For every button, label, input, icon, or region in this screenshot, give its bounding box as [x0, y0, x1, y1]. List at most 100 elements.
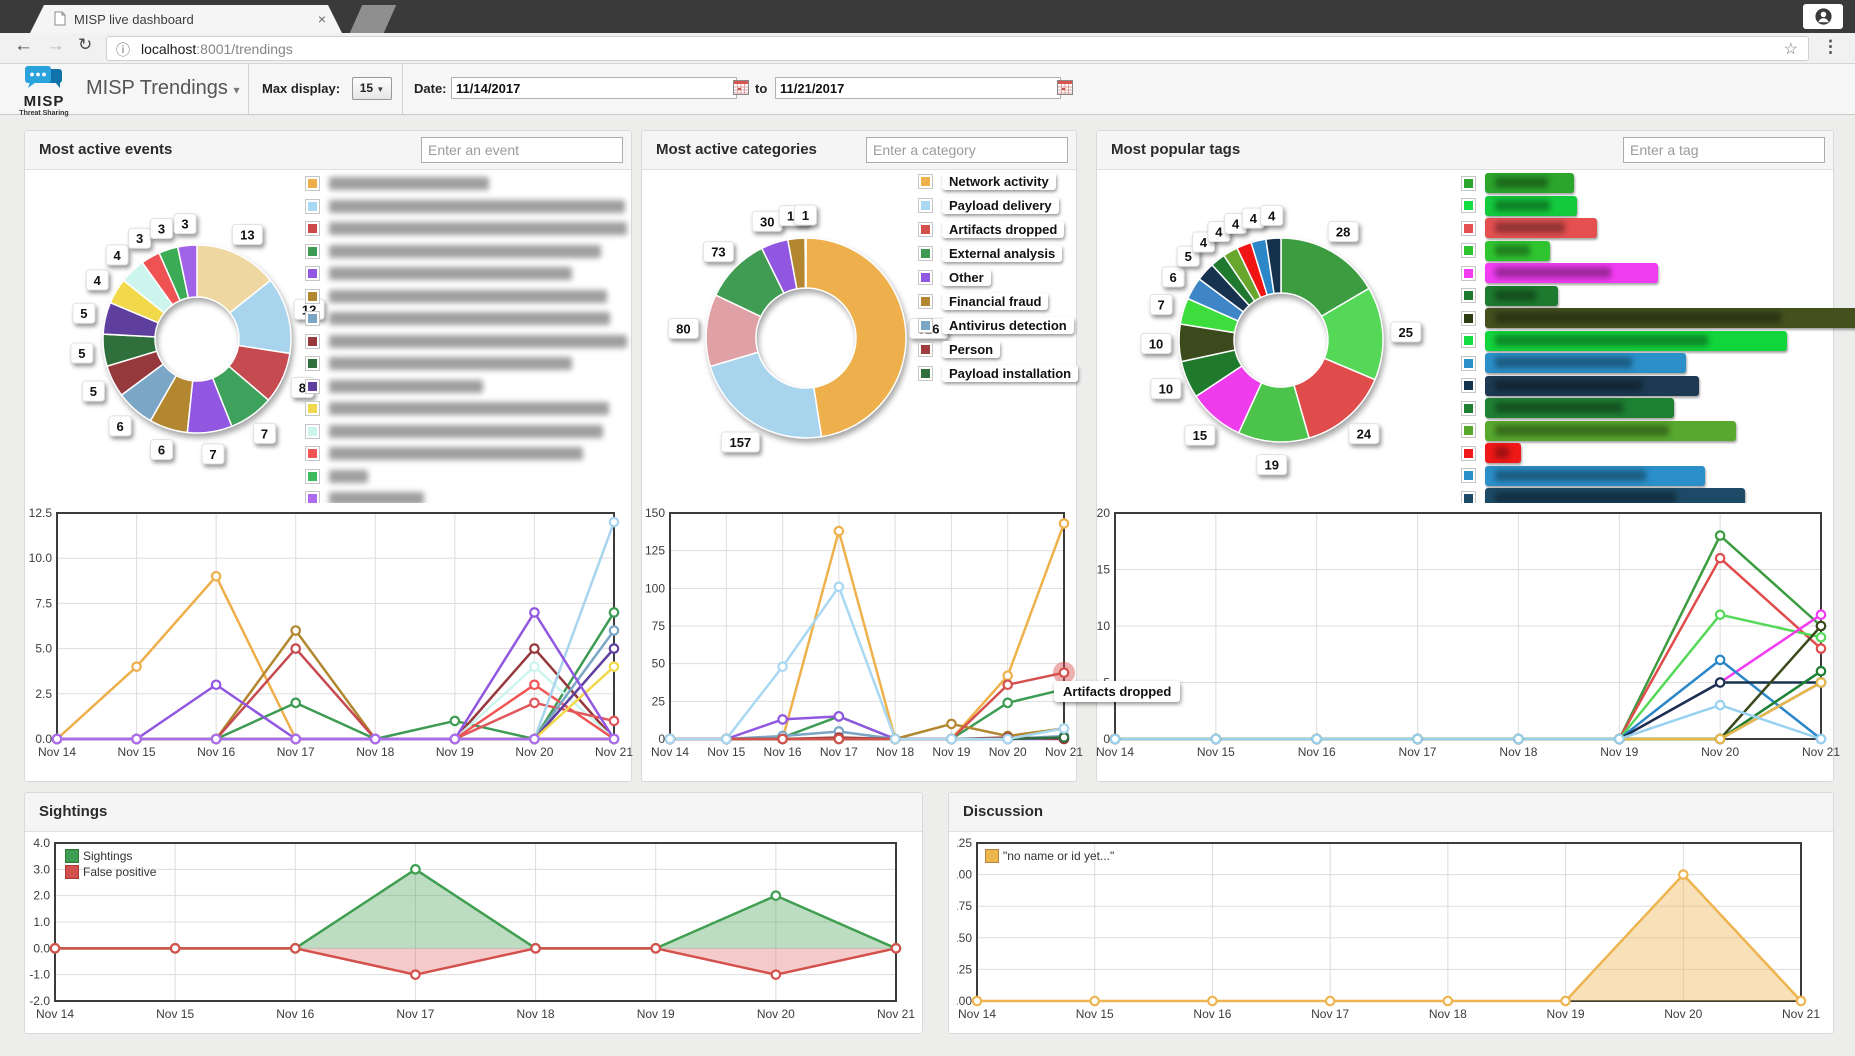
svg-text:Nov 21: Nov 21	[1802, 745, 1840, 759]
legend-item	[1461, 218, 1855, 238]
legend-label: Payload delivery	[942, 197, 1059, 214]
legend-label: Person	[942, 341, 1000, 358]
panel-title: Discussion	[963, 803, 1043, 820]
legend-item	[1461, 421, 1855, 441]
svg-text:Nov 19: Nov 19	[1547, 1007, 1585, 1021]
redacted-text	[1495, 312, 1781, 323]
discussion-chart[interactable]: Nov 14Nov 15Nov 16Nov 17Nov 18Nov 19Nov …	[957, 837, 1825, 1029]
panel-most-popular-tags: Most popular tags 2825241915101076544444…	[1096, 130, 1834, 782]
legend-swatch-icon	[1461, 311, 1476, 326]
chart-tooltip: Artifacts dropped	[1054, 681, 1180, 702]
legend-item	[1461, 308, 1855, 328]
legend-swatch-icon	[305, 244, 320, 259]
redacted-text	[1495, 470, 1646, 481]
legend-item	[1461, 173, 1855, 193]
redacted-text	[1495, 245, 1530, 256]
legend-swatch-icon	[1461, 401, 1476, 416]
legend-item: Financial fraud	[918, 293, 1078, 309]
categories-donut-chart[interactable]: 326157807330191	[642, 169, 962, 519]
misp-brand-text: MISP	[14, 93, 74, 110]
app-title-dropdown[interactable]: MISP Trendings ▾	[86, 77, 240, 100]
tags-line-chart[interactable]: Nov 14Nov 15Nov 16Nov 17Nov 18Nov 19Nov …	[1097, 503, 1833, 771]
back-icon[interactable]: ←	[14, 35, 33, 57]
page-info-icon[interactable]: ⓘ	[116, 40, 130, 60]
legend-swatch-icon	[1461, 198, 1476, 213]
categories-legend: Network activity Payload delivery Artifact…	[918, 173, 1078, 389]
legend-item: Network activity	[918, 173, 1078, 189]
date-to-input[interactable]	[775, 77, 1061, 99]
svg-text:Nov 20: Nov 20	[515, 745, 553, 759]
svg-text:Nov 15: Nov 15	[1076, 1007, 1114, 1021]
date-from-input[interactable]	[451, 77, 737, 99]
browser-menu-icon[interactable]: ⋮	[1822, 37, 1839, 57]
legend-swatch-icon	[918, 246, 933, 261]
events-line-chart[interactable]: Nov 14Nov 15Nov 16Nov 17Nov 18Nov 19Nov …	[25, 503, 631, 771]
new-tab-button[interactable]	[350, 5, 396, 33]
app-header: MISP Threat Sharing MISP Trendings ▾ Max…	[0, 64, 1855, 115]
legend-swatch-icon	[1461, 423, 1476, 438]
svg-text:10.0: 10.0	[29, 551, 53, 565]
browser-tab[interactable]: MISP live dashboard ×	[30, 5, 342, 33]
svg-text:Nov 20: Nov 20	[757, 1007, 795, 1021]
sightings-chart[interactable]: Nov 14Nov 15Nov 16Nov 17Nov 18Nov 19Nov …	[25, 837, 922, 1029]
legend-swatch-icon	[985, 849, 999, 863]
svg-text:0.25: 0.25	[957, 962, 972, 976]
bookmark-star-icon[interactable]: ☆	[1784, 39, 1798, 59]
svg-text:25: 25	[652, 694, 666, 708]
svg-text:1.00: 1.00	[957, 868, 972, 882]
reload-icon[interactable]: ↻	[78, 35, 92, 55]
event-search-input[interactable]	[421, 137, 623, 163]
chevron-down-icon: ▾	[234, 83, 240, 97]
legend-item	[305, 333, 627, 350]
svg-text:Nov 14: Nov 14	[36, 1007, 74, 1021]
legend-item: Artifacts dropped	[918, 221, 1078, 237]
redacted-text	[329, 402, 609, 415]
tag-pill	[1485, 286, 1558, 306]
legend-swatch-icon	[305, 446, 320, 461]
svg-text:Nov 19: Nov 19	[1600, 745, 1638, 759]
calendar-icon[interactable]	[733, 80, 749, 95]
legend-swatch-icon	[1461, 446, 1476, 461]
svg-text:0.0: 0.0	[33, 941, 50, 955]
legend-item	[1461, 443, 1855, 463]
legend-label: Antivirus detection	[942, 317, 1074, 334]
tab-close-icon[interactable]: ×	[318, 11, 326, 27]
address-bar[interactable]: ⓘ localhost:8001/trendings ☆	[106, 36, 1809, 61]
svg-text:Nov 15: Nov 15	[707, 745, 745, 759]
svg-text:150: 150	[645, 506, 665, 520]
legend-item	[1461, 241, 1855, 261]
svg-text:157: 157	[729, 435, 751, 450]
misp-logo-icon	[22, 66, 66, 91]
url-text: localhost:8001/trendings	[141, 41, 293, 57]
profile-avatar-button[interactable]	[1803, 4, 1843, 29]
legend-swatch-icon	[918, 174, 933, 189]
tags-donut-chart[interactable]: 2825241915101076544444	[1097, 169, 1477, 519]
panel-title: Sightings	[39, 803, 107, 820]
redacted-text	[329, 470, 368, 483]
forward-icon[interactable]: →	[46, 35, 65, 57]
legend-label: Other	[942, 269, 991, 286]
redacted-text	[1495, 335, 1708, 346]
legend-item	[305, 423, 627, 440]
svg-text:1: 1	[802, 208, 809, 223]
legend-label: Payload installation	[942, 365, 1078, 382]
redacted-text	[1495, 177, 1548, 188]
events-donut-chart[interactable]: 13128776655544333	[25, 169, 345, 519]
date-to-label: to	[755, 81, 767, 96]
max-display-select[interactable]: 15 ▼	[352, 77, 392, 100]
tag-pill	[1485, 196, 1577, 216]
calendar-icon[interactable]	[1057, 80, 1073, 95]
svg-text:100: 100	[645, 581, 665, 595]
svg-text:Nov 20: Nov 20	[1701, 745, 1739, 759]
redacted-text	[1495, 222, 1565, 233]
panel-most-active-categories: Most active categories 326157807330191 N…	[641, 130, 1077, 782]
legend-swatch-icon	[1461, 468, 1476, 483]
panel-title: Most popular tags	[1111, 141, 1240, 158]
misp-logo[interactable]: MISP Threat Sharing	[14, 66, 74, 117]
categories-line-chart[interactable]: Nov 14Nov 15Nov 16Nov 17Nov 18Nov 19Nov …	[642, 503, 1076, 771]
category-search-input[interactable]	[866, 137, 1068, 163]
svg-text:1.0: 1.0	[33, 915, 50, 929]
legend-label: Financial fraud	[942, 293, 1048, 310]
svg-text:6: 6	[1170, 270, 1177, 285]
tag-search-input[interactable]	[1623, 137, 1825, 163]
